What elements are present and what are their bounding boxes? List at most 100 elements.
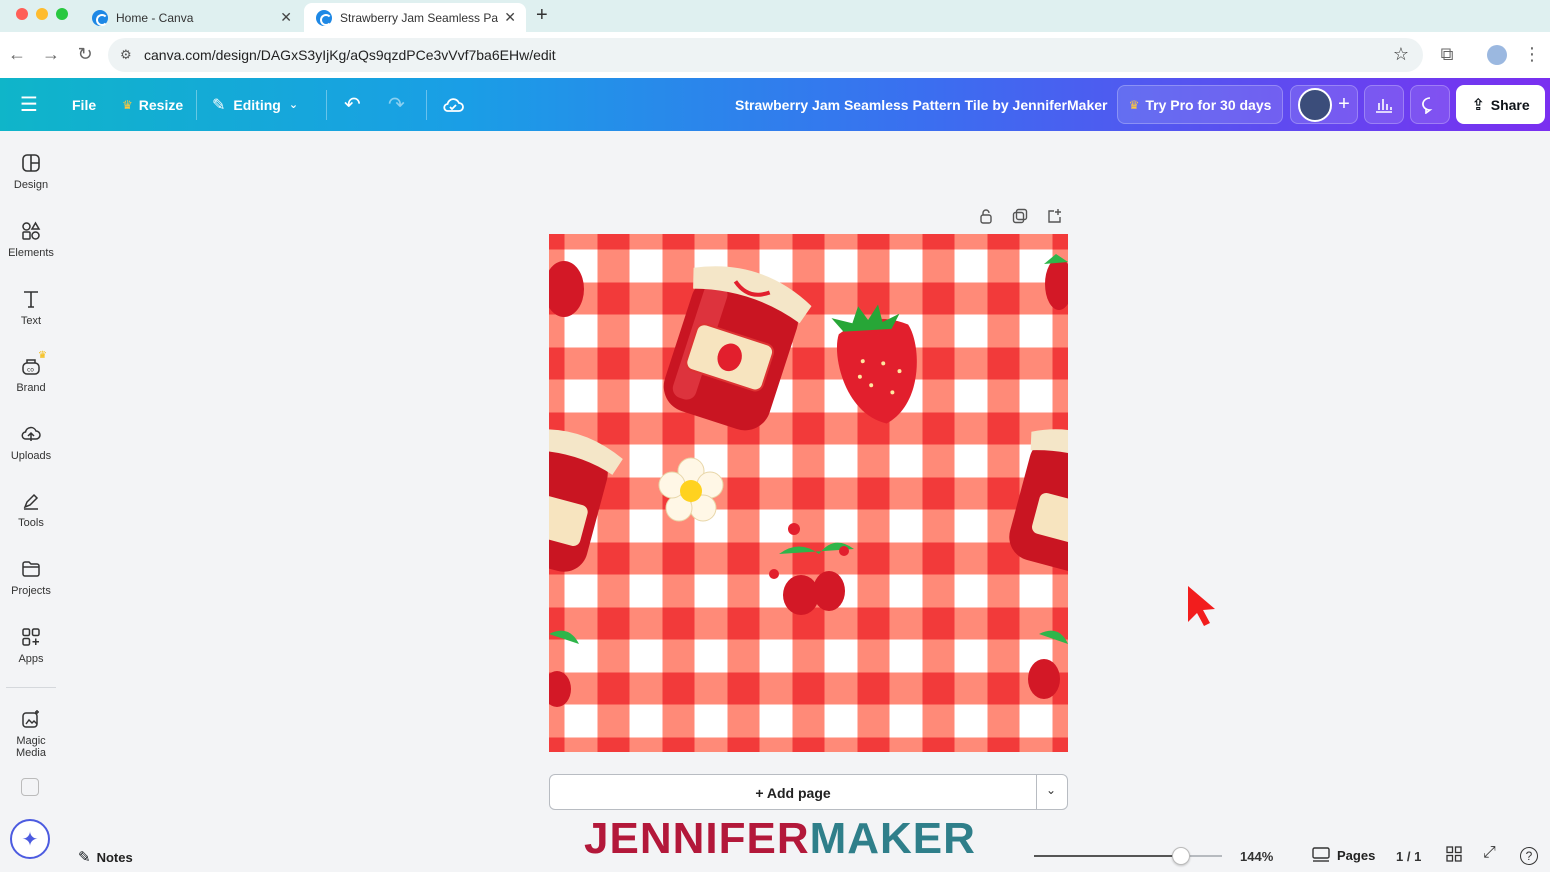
grid-view-icon[interactable] (1446, 846, 1462, 867)
pencil-icon: ✎ (212, 96, 226, 114)
pages-button[interactable]: Pages (1312, 847, 1375, 863)
canva-assistant-icon[interactable]: ✦ (10, 819, 50, 859)
gingham-cross (922, 477, 955, 510)
help-icon[interactable]: ? (1520, 847, 1538, 865)
design-title[interactable]: Strawberry Jam Seamless Pattern Tile by … (735, 78, 1107, 131)
gingham-cross (662, 234, 695, 250)
tab-strawberry-jam[interactable]: Strawberry Jam Seamless Pa ✕ (304, 3, 526, 32)
sidebar-divider (6, 687, 56, 688)
redo-icon[interactable]: ↷ (388, 78, 405, 131)
cloud-saved-icon[interactable] (442, 78, 464, 131)
gingham-cross (857, 542, 890, 575)
design-icon (22, 154, 40, 172)
zoom-slider-handle[interactable] (1171, 847, 1190, 865)
fullscreen-icon[interactable]: ⤢ (1483, 844, 1496, 862)
back-icon[interactable]: ← (6, 44, 28, 65)
gingham-cross (987, 477, 1020, 510)
gingham-cross (597, 607, 630, 640)
zoom-slider[interactable] (1034, 847, 1222, 865)
browser-menu-icon[interactable]: ⋮ (1521, 44, 1543, 65)
bookmark-star-icon[interactable]: ☆ (1393, 44, 1409, 65)
sidebar-item-brand[interactable]: co ♛ Brand (0, 350, 62, 394)
sidebar-item-label: Magic Media (16, 735, 46, 759)
main-menu-icon[interactable]: ☰ (20, 78, 38, 131)
jennifermaker-watermark: JENNIFERMAKER (584, 814, 976, 864)
watermark-part1: JENNIFER (584, 814, 810, 863)
add-page-label: + Add page (755, 785, 831, 801)
gingham-cross (549, 234, 565, 250)
magic-media-icon (22, 710, 39, 728)
try-pro-label: Try Pro for 30 days (1145, 96, 1272, 113)
gingham-cross (922, 542, 955, 575)
share-button[interactable]: ⇪ Share (1456, 85, 1545, 124)
gingham-cross (727, 607, 760, 640)
add-page-button[interactable]: + Add page ⌄ (549, 774, 1068, 810)
chevron-down-icon[interactable]: ⌄ (1046, 783, 1056, 797)
more-apps-icon[interactable] (21, 778, 39, 796)
gingham-cross (727, 737, 760, 752)
add-page-icon[interactable] (1046, 208, 1062, 227)
canva-favicon-icon (92, 9, 108, 26)
site-info-icon[interactable]: ⚙ (120, 47, 132, 63)
file-label: File (72, 96, 97, 113)
file-menu[interactable]: File (72, 78, 96, 131)
notes-icon: ✎ (78, 849, 91, 866)
insights-icon[interactable] (1364, 85, 1404, 124)
sidebar-item-label: Elements (8, 247, 54, 259)
sidebar-item-elements[interactable]: Elements (0, 221, 62, 259)
crown-icon: ♛ (1128, 97, 1140, 112)
close-window-icon[interactable] (16, 8, 28, 20)
gingham-cross (727, 234, 760, 250)
share-label: Share (1490, 96, 1530, 113)
bottom-status-bar: ✎ Notes JENNIFERMAKER 144% Pages 1 / 1 ⤢… (62, 814, 1550, 872)
resize-button[interactable]: ♛ Resize (122, 78, 183, 131)
sidebar-item-uploads[interactable]: Uploads (0, 424, 62, 462)
tools-icon (23, 493, 39, 510)
sidebar-item-text[interactable]: Text (0, 289, 62, 327)
sidebar-item-design[interactable]: Design (0, 153, 62, 191)
new-tab-icon[interactable]: + (536, 4, 548, 27)
comments-icon[interactable] (1410, 85, 1450, 124)
gingham-cross (662, 737, 695, 752)
design-title-text: Strawberry Jam Seamless Pattern Tile by … (735, 96, 1108, 113)
lens-icon[interactable]: ⧉ (1436, 44, 1458, 65)
address-bar-row: ← → ↻ ⚙ canva.com/design/DAGxS3yIjKg/aQs… (0, 32, 1550, 78)
sidebar-item-projects[interactable]: Projects (0, 559, 62, 597)
duplicate-page-icon[interactable] (1012, 208, 1028, 227)
forward-icon[interactable]: → (40, 44, 62, 65)
reload-icon[interactable]: ↻ (74, 44, 96, 65)
tab-home-canva[interactable]: Home - Canva ✕ (80, 3, 302, 32)
undo-icon[interactable]: ↶ (344, 78, 361, 131)
close-tab-icon[interactable]: ✕ (280, 9, 292, 26)
gingham-cross (792, 672, 825, 705)
notes-button[interactable]: ✎ Notes (78, 848, 133, 866)
user-avatar[interactable] (1298, 87, 1333, 122)
zoom-percentage[interactable]: 144% (1240, 849, 1273, 864)
gingham-cross (857, 607, 890, 640)
close-tab-icon[interactable]: ✕ (504, 9, 516, 26)
profile-avatar[interactable] (1487, 45, 1507, 65)
maximize-window-icon[interactable] (56, 8, 68, 20)
gingham-cross (662, 542, 695, 575)
minimize-window-icon[interactable] (36, 8, 48, 20)
gingham-cross (792, 737, 825, 752)
sidebar-item-magic-media[interactable]: Magic Media (0, 709, 62, 759)
text-icon (24, 291, 38, 308)
lock-page-icon[interactable] (978, 208, 994, 227)
sidebar-item-tools[interactable]: Tools (0, 491, 62, 529)
svg-text:co: co (27, 367, 34, 374)
sidebar-item-apps[interactable]: Apps (0, 627, 62, 665)
try-pro-button[interactable]: ♛ Try Pro for 30 days (1117, 85, 1283, 124)
canva-favicon-icon (316, 9, 332, 26)
url-field[interactable]: ⚙ canva.com/design/DAGxS3yIjKg/aQs9qzdPC… (108, 38, 1423, 72)
gingham-cross (987, 607, 1020, 640)
editing-mode-dropdown[interactable]: ✎ Editing ⌄ (212, 78, 298, 131)
crown-icon: ♛ (122, 97, 133, 112)
editing-label: Editing (233, 96, 281, 113)
design-canvas-page[interactable] (549, 234, 1068, 752)
gingham-cross (987, 347, 1020, 380)
gingham-cross (597, 412, 630, 445)
collaborators-group[interactable]: + (1290, 85, 1358, 124)
add-collaborator-icon[interactable]: + (1338, 93, 1350, 116)
share-upload-icon: ⇪ (1471, 96, 1485, 114)
